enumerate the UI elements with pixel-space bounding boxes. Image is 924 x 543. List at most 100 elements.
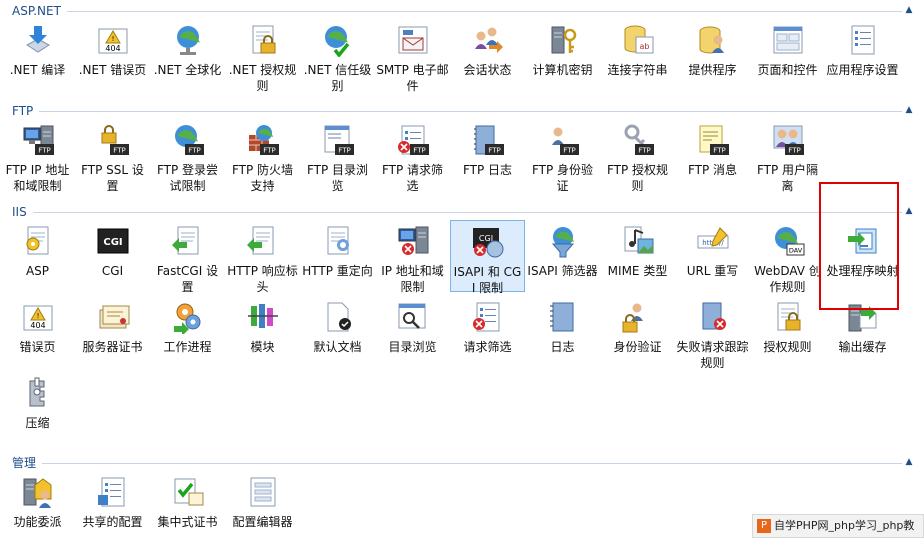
feature-item[interactable]: 请求筛选 [450, 296, 525, 368]
feature-item[interactable]: 配置编辑器 [225, 471, 300, 543]
feature-item[interactable]: 身份验证 [600, 296, 675, 368]
feature-item[interactable]: HTTP 重定向 [300, 220, 375, 292]
collapse-arrow-icon[interactable]: ▲ [902, 3, 916, 17]
feature-label: FTP 请求筛选 [381, 163, 444, 193]
feature-label: 工作进程 [163, 340, 212, 354]
feature-item[interactable]: FTP FTP 日志 [450, 119, 525, 191]
feature-item[interactable]: 失败请求跟踪规则 [675, 296, 750, 370]
feature-item[interactable]: ab 连接字符串 [600, 19, 675, 91]
svg-text:CGI: CGI [103, 237, 122, 248]
feature-item[interactable]: 功能委派 [0, 471, 75, 543]
feature-item[interactable]: 应用程序设置 [825, 19, 900, 91]
feature-item[interactable]: MIME 类型 [600, 220, 675, 292]
checklist-icon [846, 23, 880, 57]
svg-text:FTP: FTP [788, 147, 800, 155]
feature-item[interactable]: FTP FTP IP 地址和域限制 [0, 119, 75, 193]
feature-label: ASP [25, 264, 50, 278]
collapse-arrow-icon[interactable]: ▲ [902, 455, 916, 469]
feature-item[interactable]: 页面和控件 [750, 19, 825, 91]
collapse-arrow-icon[interactable]: ▲ [902, 204, 916, 218]
svg-text:FTP: FTP [488, 147, 500, 155]
feature-label: HTTP 重定向 [302, 264, 373, 278]
feature-item[interactable]: FTP FTP 登录尝试限制 [150, 119, 225, 193]
feature-item[interactable]: FTP FTP 用户隔离 [750, 119, 825, 193]
database-text-icon: ab [621, 23, 655, 57]
feature-label: 集中式证书 [157, 515, 218, 529]
feature-label: 压缩 [25, 416, 50, 430]
ftp-directory-icon: FTP [321, 123, 355, 157]
feature-item[interactable]: 服务器证书 [75, 296, 150, 368]
feature-item[interactable]: FTP FTP 授权规则 [600, 119, 675, 193]
svg-text:FTP: FTP [113, 147, 125, 155]
webdav-icon: DAV [771, 224, 805, 258]
feature-item[interactable]: 压缩 [0, 372, 75, 444]
feature-item[interactable]: 输出缓存 [825, 296, 900, 368]
feature-item[interactable]: ISAPI 筛选器 [525, 220, 600, 292]
feature-item[interactable]: 目录浏览 [375, 296, 450, 368]
feature-item[interactable]: ! 404 .NET 错误页 [75, 19, 150, 91]
feature-item[interactable]: CGI CGI [75, 220, 150, 292]
feature-item[interactable]: 模块 [225, 296, 300, 368]
feature-item[interactable]: 处理程序映射 [825, 220, 900, 292]
feature-item[interactable]: DAV WebDAV 创作规则 [750, 220, 825, 294]
page-controls-icon [771, 23, 805, 57]
globe-icon [171, 23, 205, 57]
feature-item[interactable]: 计算机密钥 [525, 19, 600, 91]
feature-item[interactable]: 工作进程 [150, 296, 225, 368]
feature-item[interactable]: ! 404 错误页 [0, 296, 75, 368]
feature-item[interactable]: ASP [0, 220, 75, 292]
feature-item[interactable]: 会话状态 [450, 19, 525, 91]
section-divider [39, 111, 902, 112]
ftp-key-icon: FTP [621, 123, 655, 157]
authorization-icon [771, 300, 805, 334]
svg-text:!: ! [36, 312, 39, 320]
feature-item[interactable]: .NET 编译 [0, 19, 75, 91]
modules-icon [246, 300, 280, 334]
feature-item[interactable]: FTP FTP 请求筛选 [375, 119, 450, 193]
email-icon [396, 23, 430, 57]
feature-item[interactable]: 集中式证书 [150, 471, 225, 543]
feature-item[interactable]: 授权规则 [750, 296, 825, 368]
collapse-arrow-icon[interactable]: ▲ [902, 103, 916, 117]
feature-item[interactable]: SMTP 电子邮件 [375, 19, 450, 93]
feature-item[interactable]: 默认文档 [300, 296, 375, 368]
section-title: ASP.NET [12, 4, 61, 18]
svg-text:FTP: FTP [413, 147, 425, 155]
feature-item[interactable]: FTP FTP 防火墙支持 [225, 119, 300, 193]
cgi-icon: CGI [96, 224, 130, 258]
directory-browse-icon [396, 300, 430, 334]
feature-item[interactable]: FTP FTP 目录浏览 [300, 119, 375, 193]
feature-item[interactable]: FTP FTP 身份验证 [525, 119, 600, 193]
users-arrow-icon [471, 23, 505, 57]
feature-item[interactable]: .NET 全球化 [150, 19, 225, 91]
feature-label: FTP 登录尝试限制 [156, 163, 219, 193]
ftp-computer-icon: FTP [21, 123, 55, 157]
feature-item[interactable]: .NET 授权规则 [225, 19, 300, 93]
svg-text:404: 404 [30, 321, 45, 330]
lock-document-icon [246, 23, 280, 57]
feature-item[interactable]: 日志 [525, 296, 600, 368]
feature-label: .NET 编译 [9, 63, 66, 77]
section-header[interactable]: 管理 ▲ [0, 455, 924, 471]
feature-item[interactable]: .NET 信任级别 [300, 19, 375, 93]
feature-item[interactable]: IP 地址和域限制 [375, 220, 450, 294]
section-divider [67, 11, 902, 12]
section-header[interactable]: ASP.NET ▲ [0, 3, 924, 19]
section-header[interactable]: FTP ▲ [0, 103, 924, 119]
feature-item[interactable]: 共享的配置 [75, 471, 150, 543]
ftp-filter-icon: FTP [396, 123, 430, 157]
feature-item[interactable]: http:// URL 重写 [675, 220, 750, 292]
feature-item[interactable]: CGI ISAPI 和 CGI 限制 [450, 220, 525, 295]
feature-label: FastCGI 设置 [156, 264, 219, 294]
svg-text:!: ! [111, 35, 114, 43]
feature-label: FTP 目录浏览 [306, 163, 369, 193]
feature-item[interactable]: 提供程序 [675, 19, 750, 91]
feature-label: 身份验证 [613, 340, 662, 354]
feature-item[interactable]: FTP FTP 消息 [675, 119, 750, 191]
feature-item[interactable]: HTTP 响应标头 [225, 220, 300, 294]
section-header[interactable]: IIS ▲ [0, 204, 924, 220]
feature-item[interactable]: FTP FTP SSL 设置 [75, 119, 150, 193]
svg-text:FTP: FTP [713, 147, 725, 155]
feature-label: 应用程序设置 [826, 63, 899, 77]
feature-item[interactable]: FastCGI 设置 [150, 220, 225, 294]
